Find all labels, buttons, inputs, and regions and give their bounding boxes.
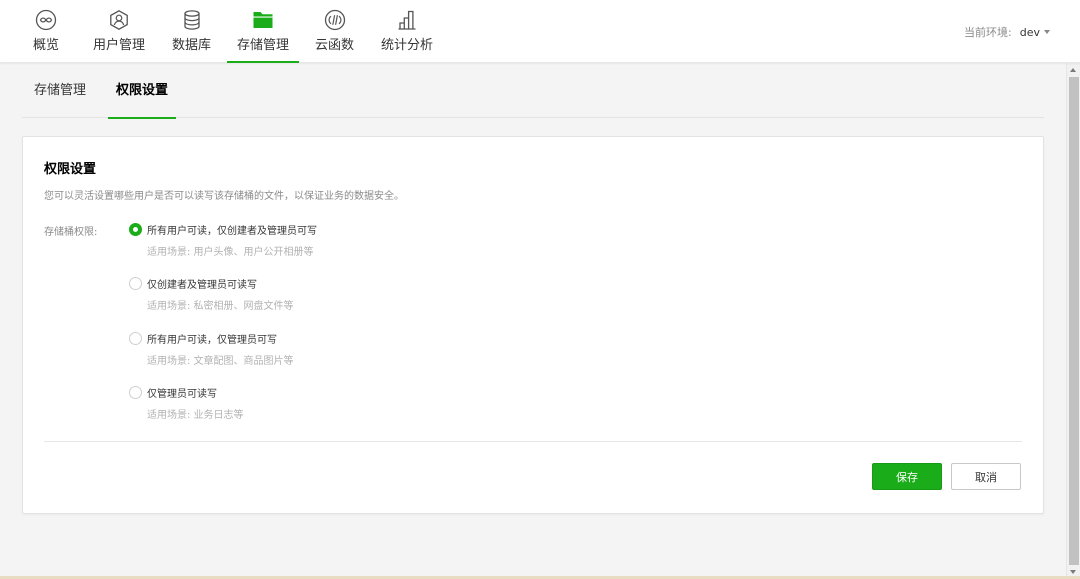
tab-label: 存储管理 — [33, 83, 86, 98]
env-label: 当前环境: — [964, 26, 1012, 39]
divider — [44, 441, 1022, 442]
chart-icon — [398, 10, 416, 30]
function-icon — [324, 9, 345, 31]
main-content: 存储管理 权限设置 权限设置 您可以灵活设置哪些用户是否可以读写该存储桶的文件，… — [0, 63, 1066, 579]
nav-label: 统计分析 — [381, 38, 434, 53]
scroll-down-arrow-icon[interactable] — [1070, 570, 1076, 574]
env-value: dev — [1019, 25, 1040, 39]
nav-label: 存储管理 — [236, 38, 289, 53]
tab-storage-management[interactable]: 存储管理 — [30, 63, 90, 118]
chevron-down-icon — [1044, 30, 1050, 34]
environment-selector-area: 当前环境: dev — [964, 24, 1050, 40]
option-title: 所有用户可读，仅创建者及管理员可写 — [147, 226, 317, 237]
permission-card: 权限设置 您可以灵活设置哪些用户是否可以读写该存储桶的文件，以保证业务的数据安全… — [22, 136, 1044, 514]
user-icon — [110, 10, 128, 30]
nav-label: 云函数 — [315, 38, 355, 53]
nav-item-users[interactable]: 用户管理 — [93, 0, 145, 63]
tab-label: 权限设置 — [115, 83, 168, 98]
option-hint: 适用场景: 私密相册、网盘文件等 — [147, 301, 294, 312]
scroll-up-arrow-icon[interactable] — [1070, 68, 1076, 72]
option-hint: 适用场景: 文章配图、商品图片等 — [147, 356, 294, 367]
card-title: 权限设置 — [44, 162, 97, 177]
bucket-permission-label: 存储桶权限: — [44, 227, 98, 238]
nav-item-analytics[interactable]: 统计分析 — [381, 0, 433, 63]
nav-item-cloud-functions[interactable]: 云函数 — [315, 0, 354, 63]
option-title: 仅管理员可读写 — [147, 389, 217, 400]
radio-button[interactable] — [129, 332, 142, 345]
scroll-thumb[interactable] — [1069, 77, 1079, 565]
vertical-scrollbar[interactable] — [1066, 63, 1080, 579]
nav-label: 概览 — [32, 38, 59, 53]
top-nav-bar: 概览 用户管理 数据库 存储管理 云函数 统计分析 当前环境: dev — [0, 0, 1080, 63]
radio-button-checked[interactable] — [129, 223, 142, 236]
nav-item-storage[interactable]: 存储管理 — [227, 0, 299, 63]
folder-icon — [253, 12, 273, 28]
cancel-button[interactable]: 取消 — [951, 463, 1021, 490]
nav-label: 数据库 — [172, 38, 212, 53]
active-indicator — [227, 61, 299, 63]
card-description: 您可以灵活设置哪些用户是否可以读写该存储桶的文件，以保证业务的数据安全。 — [44, 191, 404, 202]
nav-item-overview[interactable]: 概览 — [32, 0, 60, 63]
database-icon — [183, 10, 200, 30]
option-title: 所有用户可读，仅管理员可写 — [147, 335, 277, 346]
env-dropdown[interactable]: dev — [1020, 26, 1050, 39]
active-tab-indicator — [108, 117, 176, 119]
option-hint: 适用场景: 业务日志等 — [147, 410, 244, 421]
overview-icon — [35, 9, 57, 31]
radio-button[interactable] — [129, 386, 142, 399]
nav-label: 用户管理 — [93, 38, 146, 53]
tab-permission-settings[interactable]: 权限设置 — [108, 63, 176, 119]
sub-tabs: 存储管理 权限设置 — [22, 63, 1044, 119]
option-hint: 适用场景: 用户头像、用户公开相册等 — [147, 247, 314, 258]
save-button[interactable]: 保存 — [872, 463, 942, 490]
radio-button[interactable] — [129, 277, 142, 290]
nav-item-database[interactable]: 数据库 — [172, 0, 211, 63]
option-title: 仅创建者及管理员可读写 — [147, 280, 257, 291]
